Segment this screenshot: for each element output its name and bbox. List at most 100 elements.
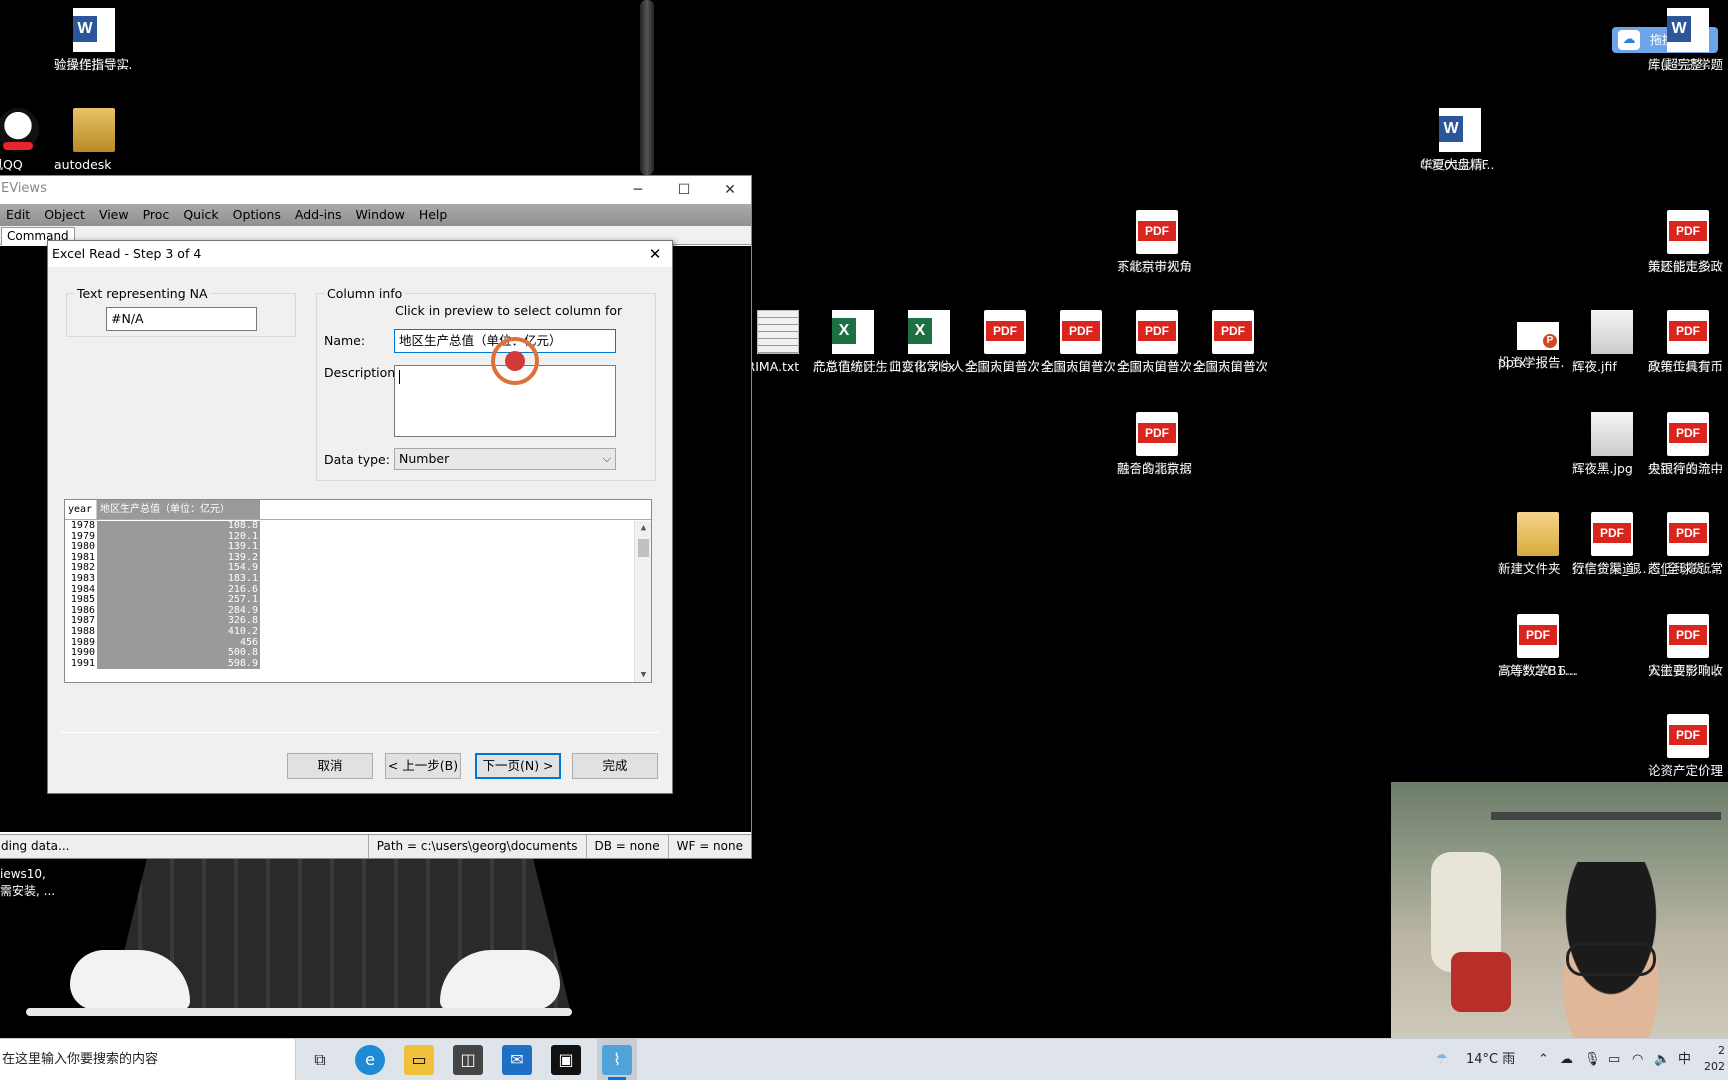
desktop-icon-label: 态_全球货...	[1648, 561, 1717, 576]
clock[interactable]: 2 202	[1704, 1043, 1725, 1080]
desktop-icon-pdf-census4[interactable]: 北京市第七次全国人口普...	[1193, 310, 1273, 374]
desktop-icon-pdf-asset[interactable]: 论资产定价理	[1648, 714, 1728, 778]
desktop-icon-xls-pop[interactable]: 北京市常住人口变化.xlsx	[889, 310, 969, 374]
desktop-icon-qq[interactable]: 腾讯QQ	[0, 108, 58, 172]
scroll-down-icon[interactable]: ▼	[635, 670, 651, 680]
mail-icon[interactable]: ✉	[502, 1045, 532, 1075]
dialog-title: Excel Read - Step 3 of 4	[52, 246, 202, 261]
preview-cell-gdp[interactable]: 598.9	[97, 658, 260, 670]
desktop-icon-pdf-math[interactable]: 2015-2016...高等数学B1...	[1498, 614, 1578, 678]
pdf-file-icon	[1667, 412, 1709, 456]
weather-text[interactable]: 14°C 雨	[1466, 1039, 1515, 1080]
task-view-icon[interactable]: ⧉	[305, 1045, 335, 1075]
desktop-icon-xls-gdp[interactable]: 北京市地区生产总值统计...	[813, 310, 893, 374]
preview-row[interactable]: 1991 598.9	[65, 658, 260, 670]
desktop-icon-pdf-census1[interactable]: 北京市第七次全国人口普...	[965, 310, 1045, 374]
menu-help[interactable]: Help	[412, 204, 455, 226]
edge-icon[interactable]: e	[355, 1045, 385, 1075]
menu-window[interactable]: Window	[349, 204, 412, 226]
cancel-button[interactable]: 取消	[287, 753, 373, 779]
desktop-icon-pdf-systems[interactable]: 系统科学视角下北京市人...	[1117, 210, 1197, 274]
pdf-file-icon	[984, 310, 1026, 354]
preview-cell-gdp[interactable]: 108.8	[97, 520, 260, 532]
preview-cell-year[interactable]: 1988	[65, 626, 97, 638]
dialog-titlebar[interactable]: Excel Read - Step 3 of 4 ✕	[48, 241, 672, 267]
maximize-icon[interactable]: ☐	[661, 176, 707, 204]
taskbar: 在这里输入你要搜索的内容 ⧉ e ▭ ◫ ✉ ▣ ⌇ ☂ 14°C 雨 ⌃ ☁ …	[0, 1038, 1728, 1080]
desktop-icon-img-jfif[interactable]: 辉夜.jfif	[1572, 310, 1652, 374]
preview-cell-gdp[interactable]: 410.2	[97, 626, 260, 638]
preview-header: year 地区生产总值（单位：亿元）	[65, 500, 651, 520]
preview-row[interactable]: 1978 108.8	[65, 520, 260, 532]
close-icon[interactable]: ✕	[644, 243, 666, 265]
onedrive-icon[interactable]: ☁	[1560, 1039, 1573, 1080]
data-preview-grid[interactable]: year 地区生产总值（单位：亿元） 1978 108.8 1979 120.1 198…	[64, 499, 652, 683]
scroll-thumb[interactable]	[638, 539, 649, 557]
eviews-taskbar-icon[interactable]: ⌇	[602, 1045, 632, 1080]
minimize-icon[interactable]: ─	[615, 176, 661, 204]
close-icon[interactable]: ✕	[707, 176, 753, 204]
desktop-icon-pdf-census2[interactable]: 北京市第七次全国人口普...	[1041, 310, 1121, 374]
preview-scrollbar[interactable]: ▲ ▼	[634, 521, 651, 682]
desktop-icon-folder-new[interactable]: 新建文件夹	[1498, 512, 1578, 576]
desktop-icon-label: 央银行的流...	[1648, 461, 1723, 476]
desktop-icon-pdf-fed[interactable]: 美联储宽松政策还能走多...	[1648, 210, 1728, 274]
finish-button[interactable]: 完成	[572, 753, 658, 779]
wifi-icon[interactable]: ◠	[1632, 1039, 1643, 1080]
volume-icon[interactable]: 🔈	[1654, 1039, 1670, 1080]
preview-header-year[interactable]: year	[65, 500, 97, 519]
store-icon[interactable]: ◫	[453, 1045, 483, 1075]
desktop-icon-word-lab-guide[interactable]: 计量经济学实验操作指导....	[54, 8, 134, 72]
camera-icon[interactable]: ▣	[551, 1045, 581, 1075]
desktop-icon-pdf-lowrate[interactable]: 超低利率新常态_全球货...	[1648, 512, 1728, 576]
menu-view[interactable]: View	[92, 204, 136, 226]
taskbar-search-input[interactable]: 在这里输入你要搜索的内容	[0, 1039, 296, 1080]
desktop-icon-pdf-digital[interactable]: 数字金融_银行信贷渠道...	[1572, 512, 1652, 576]
webcam-glasses	[1566, 942, 1656, 976]
scroll-up-icon[interactable]: ▲	[635, 523, 651, 533]
na-text-input[interactable]: #N/A	[106, 307, 257, 331]
desktop-icon-word-econ-bank[interactable]: 计量经济学题库(超完整...	[1648, 8, 1728, 72]
preview-row[interactable]: 1983 183.1	[65, 573, 260, 585]
tray-expand-icon[interactable]: ⌃	[1538, 1039, 1549, 1080]
desktop-icon-label: 高等数学B1...	[1498, 663, 1577, 678]
menu-object[interactable]: Object	[37, 204, 92, 226]
microphone-icon[interactable]: 🎙	[1584, 1039, 1601, 1080]
pdf-file-icon	[1591, 512, 1633, 556]
preview-header-gdp[interactable]: 地区生产总值（单位：亿元）	[97, 500, 260, 519]
desktop-icon-pdf-multisource[interactable]: 基于多源数据融合的北京...	[1117, 412, 1197, 476]
preview-cell-year[interactable]: 1991	[65, 658, 97, 670]
ime-indicator[interactable]: 中	[1678, 1039, 1691, 1080]
preview-row[interactable]: 1988 410.2	[65, 626, 260, 638]
menu-proc[interactable]: Proc	[136, 204, 177, 226]
preview-cell-year[interactable]: 1983	[65, 573, 97, 585]
file-explorer-icon[interactable]: ▭	[404, 1045, 434, 1075]
desktop-icon-img-jpg[interactable]: 辉夜黑.jpg	[1572, 412, 1652, 476]
menu-quick[interactable]: Quick	[176, 204, 225, 226]
weather-icon[interactable]: ☂	[1436, 1039, 1448, 1080]
datatype-select[interactable]: Number ⌵	[394, 448, 616, 470]
desktop-icon-pdf-central[interactable]: 央行传统货币政策工具有...	[1648, 310, 1728, 374]
desktop-icon-autodesk[interactable]: autodesk	[54, 108, 134, 172]
eviews-titlebar[interactable]: EViews ─ ☐ ✕	[0, 176, 751, 204]
desktop-icon-ppt-invest[interactable]: 投资学报告.pptx	[1498, 310, 1578, 370]
back-button[interactable]: < 上一步(B)	[385, 753, 461, 779]
desktop-icon-pdf-shock[interactable]: 金融冲击与中央银行的流...	[1648, 412, 1728, 476]
pdf-file-icon	[1136, 310, 1178, 354]
excel-read-dialog[interactable]: Excel Read - Step 3 of 4 ✕ Text represen…	[47, 240, 673, 794]
battery-icon[interactable]: ▭	[1608, 1039, 1620, 1080]
preview-cell-year[interactable]: 1978	[65, 520, 97, 532]
menu-edit[interactable]: Edit	[0, 204, 37, 226]
desktop-icon-label: 全国人口普...	[1117, 359, 1192, 374]
desktop-icon-label: 策还能走多...	[1648, 259, 1723, 274]
next-button[interactable]: 下一页(N) >	[475, 753, 561, 779]
desktop-icon-word-000011[interactable]: 000011.OF华夏大盘精...	[1420, 108, 1500, 172]
menu-addins[interactable]: Add-ins	[288, 204, 349, 226]
desktop-icon-pdf-anhui[interactable]: 安徽省财政收入主要影响...	[1648, 614, 1728, 678]
wallpaper-staff	[640, 0, 654, 175]
desktop-icon-label: 入主要影响...	[1648, 663, 1723, 678]
text-caret	[399, 370, 400, 384]
menu-options[interactable]: Options	[226, 204, 288, 226]
desktop-icon-pdf-census3[interactable]: 北京市第七次全国人口普...	[1117, 310, 1197, 374]
preview-cell-gdp[interactable]: 183.1	[97, 573, 260, 585]
